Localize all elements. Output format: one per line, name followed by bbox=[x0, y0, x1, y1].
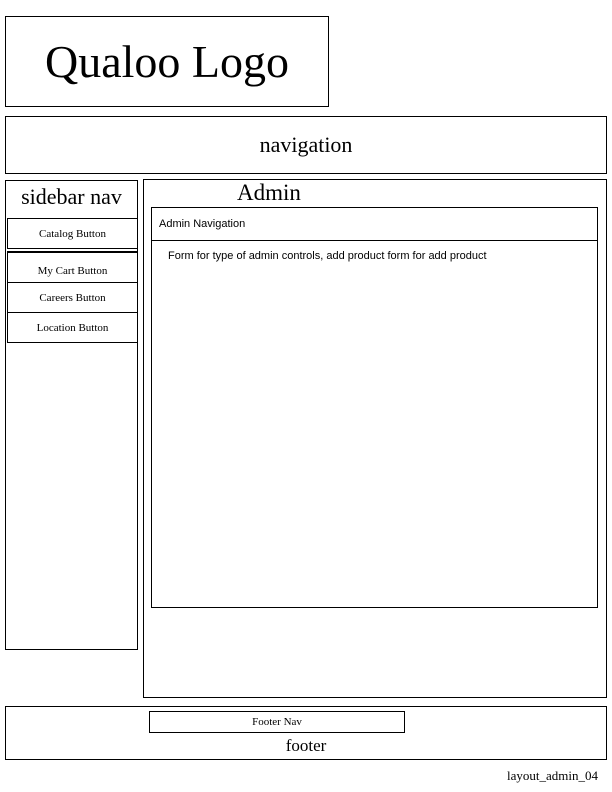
location-button-label: Location Button bbox=[36, 321, 109, 334]
logo-text: Qualoo Logo bbox=[44, 36, 289, 87]
footer-nav[interactable]: Footer Nav bbox=[149, 711, 405, 733]
careers-button[interactable]: Careers Button bbox=[7, 282, 138, 313]
main-content: Admin Admin Navigation Form for type of … bbox=[143, 179, 607, 698]
location-button[interactable]: Location Button bbox=[7, 312, 138, 343]
catalog-button[interactable]: Catalog Button bbox=[7, 218, 138, 249]
navigation-bar[interactable]: navigation bbox=[5, 116, 607, 174]
admin-panel: Admin Navigation Form for type of admin … bbox=[151, 207, 598, 608]
file-label: layout_admin_04 bbox=[507, 768, 598, 783]
sidebar-title: sidebar nav bbox=[21, 184, 122, 209]
sidebar-nav: sidebar nav Catalog Button My Cart Butto… bbox=[5, 180, 138, 650]
careers-button-label: Careers Button bbox=[39, 291, 106, 304]
footer: Footer Nav footer bbox=[5, 706, 607, 760]
admin-navigation[interactable]: Admin Navigation bbox=[152, 208, 597, 241]
logo-box: Qualoo Logo bbox=[5, 16, 329, 107]
footer-label: footer bbox=[285, 736, 327, 755]
my-cart-button-label: My Cart Button bbox=[37, 264, 108, 277]
footer-nav-label: Footer Nav bbox=[252, 716, 302, 728]
catalog-button-label: Catalog Button bbox=[39, 227, 106, 240]
admin-form-description: Form for type of admin controls, add pro… bbox=[168, 250, 487, 262]
admin-navigation-label: Admin Navigation bbox=[159, 218, 246, 230]
navigation-label: navigation bbox=[259, 132, 353, 157]
admin-title: Admin bbox=[237, 180, 301, 205]
my-cart-button[interactable]: My Cart Button bbox=[7, 251, 138, 283]
